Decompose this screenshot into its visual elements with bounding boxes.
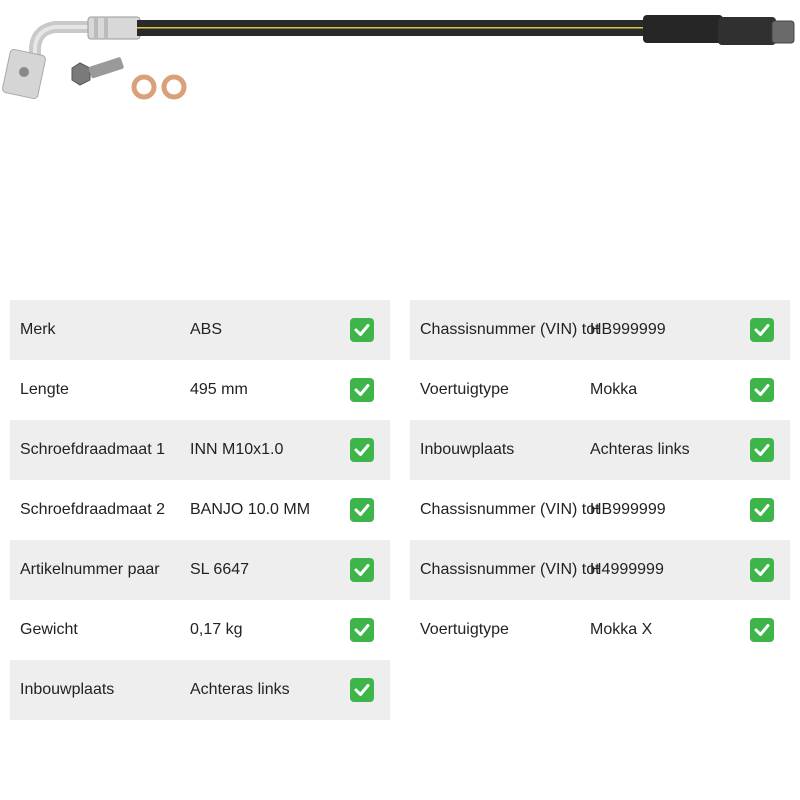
spec-label: Artikelnummer paar [20, 561, 160, 578]
spec-value: HB999999 [590, 501, 666, 518]
check-icon [350, 318, 374, 342]
spec-label: Chassisnummer (VIN) tot [420, 561, 600, 578]
spec-label: Merk [20, 321, 56, 338]
spec-table-right: Chassisnummer (VIN) tot HB999999 Voertui… [410, 300, 790, 660]
spec-row: Chassisnummer (VIN) tot HB999999 [410, 300, 790, 360]
check-icon [350, 678, 374, 702]
spec-label: Chassisnummer (VIN) tot [420, 501, 600, 518]
check-icon [750, 438, 774, 462]
check-icon [750, 618, 774, 642]
spec-value: BANJO 10.0 MM [190, 501, 311, 518]
check-icon [750, 498, 774, 522]
check-icon [350, 378, 374, 402]
spec-label: Gewicht [20, 621, 78, 638]
spec-value: Achteras links [590, 441, 690, 458]
spec-value: Achteras links [190, 681, 290, 698]
spec-value: INN M10x1.0 [190, 441, 284, 458]
spec-row: Chassisnummer (VIN) tot HB999999 [410, 480, 790, 540]
spec-row: Merk ABS [10, 300, 390, 360]
spec-row: Inbouwplaats Achteras links [10, 660, 390, 720]
spec-value: 495 mm [190, 381, 248, 398]
spec-row: Chassisnummer (VIN) tot H4999999 [410, 540, 790, 600]
spec-value: 0,17 kg [190, 621, 243, 638]
spec-value: HB999999 [590, 321, 666, 338]
spec-row: Voertuigtype Mokka X [410, 600, 790, 660]
check-icon [350, 498, 374, 522]
spec-row: Inbouwplaats Achteras links [410, 420, 790, 480]
check-icon [750, 558, 774, 582]
spec-row: Artikelnummer paar SL 6647 [10, 540, 390, 600]
spec-label: Inbouwplaats [420, 441, 515, 458]
spec-value: H4999999 [590, 561, 664, 578]
spec-label: Lengte [20, 381, 69, 398]
spec-label: Chassisnummer (VIN) tot [420, 321, 600, 338]
spec-row: Lengte 495 mm [10, 360, 390, 420]
check-icon [750, 318, 774, 342]
spec-value: ABS [190, 321, 223, 338]
spec-label: Schroefdraadmaat 2 [20, 501, 165, 518]
spec-row: Gewicht 0,17 kg [10, 600, 390, 660]
spec-value: Mokka [590, 381, 638, 398]
spec-label: Voertuigtype [420, 621, 509, 638]
spec-row: Schroefdraadmaat 2 BANJO 10.0 MM [10, 480, 390, 540]
spec-row: Voertuigtype Mokka [410, 360, 790, 420]
spec-row: Schroefdraadmaat 1 INN M10x1.0 [10, 420, 390, 480]
spec-label: Schroefdraadmaat 1 [20, 441, 165, 458]
spec-table-left: Merk ABS Lengte 495 mm Schroefdraadmaat … [10, 300, 390, 720]
spec-value: Mokka X [590, 621, 653, 638]
check-icon [350, 618, 374, 642]
check-icon [350, 438, 374, 462]
spec-label: Inbouwplaats [20, 681, 115, 698]
spec-value: SL 6647 [190, 561, 250, 578]
check-icon [350, 558, 374, 582]
brake-hose-image [2, 15, 795, 100]
check-icon [750, 378, 774, 402]
spec-label: Voertuigtype [420, 381, 509, 398]
